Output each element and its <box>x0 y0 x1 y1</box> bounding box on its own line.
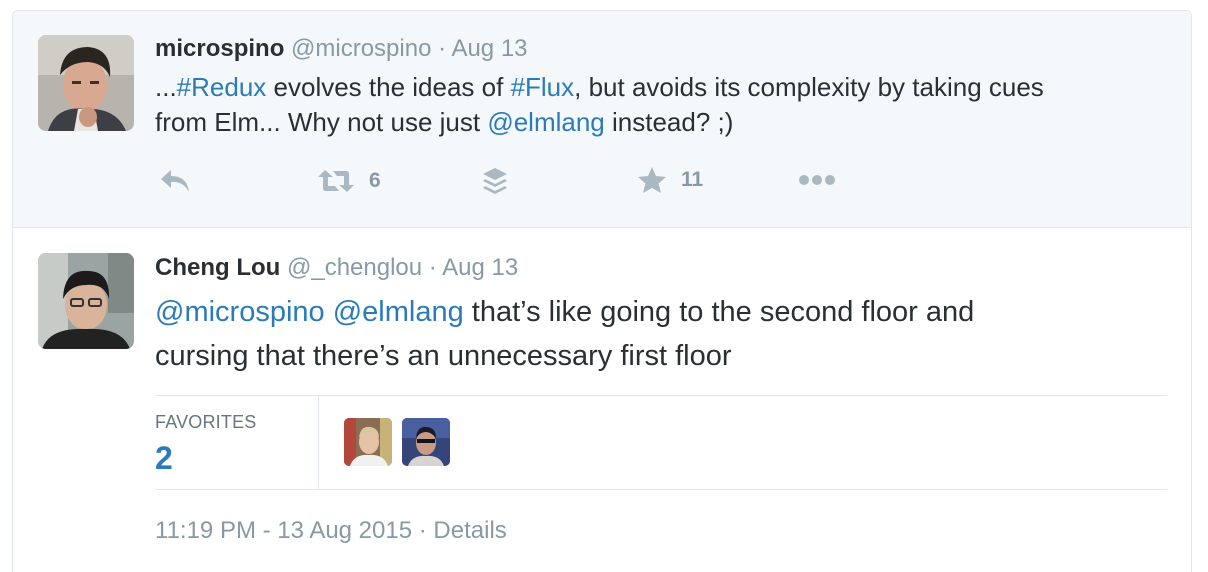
details-link[interactable]: Details <box>433 517 506 544</box>
reply-tweet-text: @microspino @elmlang that’s like going t… <box>155 290 1175 378</box>
tweet-conversation-card: microspino @microspino · Aug 13 ...#Redu… <box>12 10 1192 572</box>
avatar-chenglou[interactable] <box>38 253 134 349</box>
buffer-button[interactable] <box>481 166 509 196</box>
parent-tweet-text: ...#Redux evolves the ideas of #Flux, bu… <box>155 70 1175 140</box>
text-fragment: from Elm... Why not use just <box>155 107 488 137</box>
tweet-date[interactable]: Aug 13 <box>451 35 527 62</box>
reply-button[interactable] <box>159 168 191 194</box>
header-separator: · <box>428 254 437 281</box>
parent-tweet-header: microspino @microspino · Aug 13 <box>155 34 528 64</box>
favorites-label: FAVORITES <box>155 412 257 432</box>
timestamp-separator: · <box>418 517 427 544</box>
text-fragment: , but avoids its complexity by taking cu… <box>574 72 1044 102</box>
reply-tweet-header: Cheng Lou @_chenglou · Aug 13 <box>155 253 518 283</box>
favorites-stat[interactable]: FAVORITES 2 <box>155 396 319 489</box>
favorites-count: 2 <box>155 440 173 476</box>
retweet-button[interactable]: 6 <box>317 168 381 194</box>
tweet-timestamp: 11:19 PM - 13 Aug 2015 · Details <box>155 517 507 545</box>
mention-microspino[interactable]: @microspino <box>155 296 325 328</box>
text-fragment: instead? ;) <box>604 107 734 137</box>
tweet-stats: FAVORITES 2 <box>155 395 1167 490</box>
header-separator: · <box>438 35 447 62</box>
text-fragment: cursing that there’s an unnecessary firs… <box>155 340 732 372</box>
favoriter-avatar[interactable] <box>402 418 450 466</box>
more-button[interactable] <box>798 174 836 186</box>
favoriter-avatar[interactable] <box>344 418 392 466</box>
author-handle[interactable]: @_chenglou <box>287 254 422 281</box>
avatar-microspino[interactable] <box>38 35 134 131</box>
tweet-date[interactable]: Aug 13 <box>442 254 518 281</box>
buffer-icon <box>483 168 507 194</box>
hashtag-flux[interactable]: #Flux <box>511 72 575 102</box>
favorite-count: 11 <box>681 168 704 191</box>
author-handle[interactable]: @microspino <box>291 35 431 62</box>
retweet-icon <box>318 170 354 192</box>
text-fragment: that’s like going to the second floor an… <box>463 296 975 328</box>
more-icon <box>799 175 835 185</box>
reply-icon <box>161 170 189 192</box>
mention-elmlang[interactable]: @elmlang <box>487 107 604 137</box>
favorite-button[interactable]: 11 <box>637 166 703 194</box>
hashtag-redux[interactable]: #Redux <box>177 72 267 102</box>
star-icon <box>638 167 666 193</box>
retweet-count: 6 <box>369 169 381 192</box>
author-name[interactable]: microspino <box>155 35 284 62</box>
author-name[interactable]: Cheng Lou <box>155 254 280 281</box>
text-fragment: evolves the ideas of <box>266 72 511 102</box>
text-fragment: ... <box>155 72 177 102</box>
mention-elmlang[interactable]: @elmlang <box>333 296 464 328</box>
timestamp-text[interactable]: 11:19 PM - 13 Aug 2015 <box>155 517 412 544</box>
parent-tweet[interactable]: microspino @microspino · Aug 13 ...#Redu… <box>13 11 1191 228</box>
